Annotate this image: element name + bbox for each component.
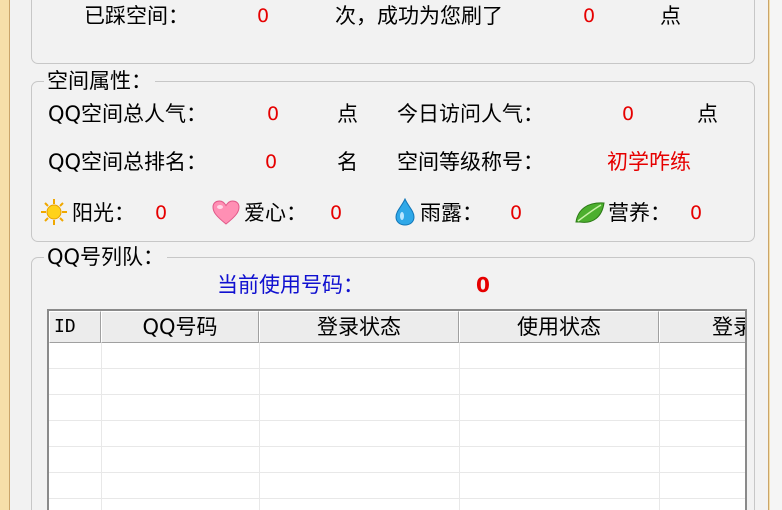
sunshine-label: 阳光：	[72, 201, 135, 225]
qq-queue-legend: QQ号列队：	[44, 246, 168, 268]
rank-unit: 名	[337, 150, 358, 174]
success-unit: 点	[660, 4, 681, 28]
sunshine-value: 0	[155, 202, 168, 224]
space-properties-legend: 空间属性：	[44, 70, 155, 92]
rain-value: 0	[510, 202, 523, 224]
heart-icon	[212, 200, 240, 226]
column-header-login-status[interactable]: 登录状态	[259, 311, 459, 343]
current-number-label: 当前使用号码：	[217, 273, 364, 297]
level-title-value: 初学咋练	[607, 150, 691, 174]
popularity-unit: 点	[337, 102, 358, 126]
sun-icon	[40, 198, 68, 226]
today-popularity-value: 0	[622, 103, 635, 125]
nutrition-label: 营养：	[608, 201, 671, 225]
qq-list-table[interactable]: ID QQ号码 登录状态 使用状态 登录	[47, 309, 747, 510]
column-header-usage-status[interactable]: 使用状态	[459, 311, 659, 343]
level-title-label: 空间等级称号：	[397, 150, 544, 174]
love-label: 爱心：	[244, 201, 307, 225]
today-popularity-unit: 点	[697, 102, 718, 126]
popularity-value: 0	[267, 103, 280, 125]
today-popularity-label: 今日访问人气：	[397, 102, 544, 126]
rank-label: QQ空间总排名：	[48, 150, 208, 174]
nutrition-value: 0	[690, 202, 703, 224]
visited-label: 已踩空间：	[84, 4, 189, 28]
rain-label: 雨露：	[420, 201, 483, 225]
column-header-login-partial[interactable]: 登录	[659, 311, 745, 343]
love-value: 0	[330, 202, 343, 224]
success-label: 次，成功为您刷了	[335, 4, 503, 28]
visited-count: 0	[257, 5, 270, 27]
column-header-id[interactable]: ID	[49, 311, 101, 343]
table-body[interactable]	[49, 343, 745, 510]
current-number-value: 0	[476, 273, 490, 297]
right-edge-strip	[770, 0, 782, 510]
leaf-icon	[574, 200, 606, 226]
raindrop-icon	[394, 197, 416, 226]
table-header: ID QQ号码 登录状态 使用状态 登录	[49, 311, 745, 343]
popularity-label: QQ空间总人气：	[48, 102, 208, 126]
success-count: 0	[583, 5, 596, 27]
rank-value: 0	[265, 151, 278, 173]
main-window: 已踩空间： 0 次，成功为您刷了 0 点 空间属性： QQ空间总人气： 0 点 …	[9, 0, 769, 510]
column-header-qq-number[interactable]: QQ号码	[101, 311, 259, 343]
